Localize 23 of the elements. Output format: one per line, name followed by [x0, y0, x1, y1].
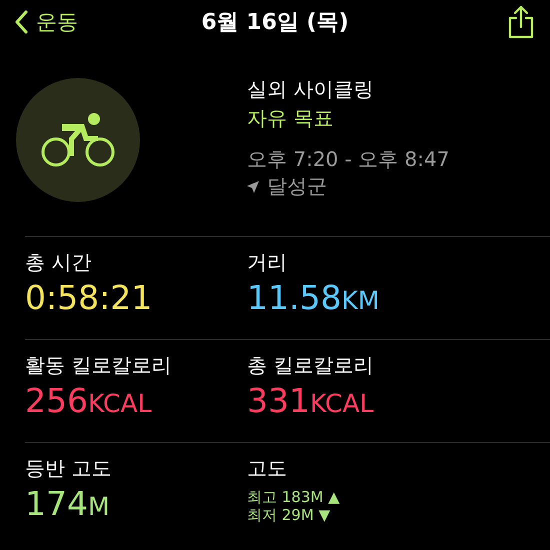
elevation-reading: 최고 183M ▲ — [247, 488, 341, 506]
back-button[interactable]: 운동 — [14, 8, 134, 36]
metric-value: 256KCAL — [25, 381, 153, 420]
metric-value: 11.58KM — [247, 278, 380, 317]
metric-value: 174M — [25, 484, 111, 523]
time-range: 오후 7:20 - 오후 8:47 — [247, 146, 450, 173]
workout-goal: 자유 목표 — [247, 105, 334, 132]
cyclist-icon — [40, 112, 116, 168]
metric-label: 활동 킬로칼로리 — [25, 352, 172, 379]
metric-label: 거리 — [247, 249, 288, 276]
metric-label: 총 시간 — [25, 249, 92, 276]
metric-label: 총 킬로칼로리 — [247, 352, 374, 379]
metric-value: 0:58:21 — [25, 278, 154, 317]
back-icon — [14, 10, 28, 34]
elevation-reading: 최저 29M ▼ — [247, 506, 332, 524]
location: 달성군 — [267, 173, 327, 200]
location-arrow-icon — [247, 180, 259, 192]
metric-value: 331 KCAL — [247, 381, 375, 420]
workout-name: 실외 사이클링 — [247, 76, 374, 103]
metric-label: 고도 — [247, 455, 288, 482]
share-icon[interactable] — [506, 5, 536, 39]
metric-label: 등반 고도 — [25, 455, 112, 482]
page-title: 6월 16일 (목) — [200, 9, 350, 37]
